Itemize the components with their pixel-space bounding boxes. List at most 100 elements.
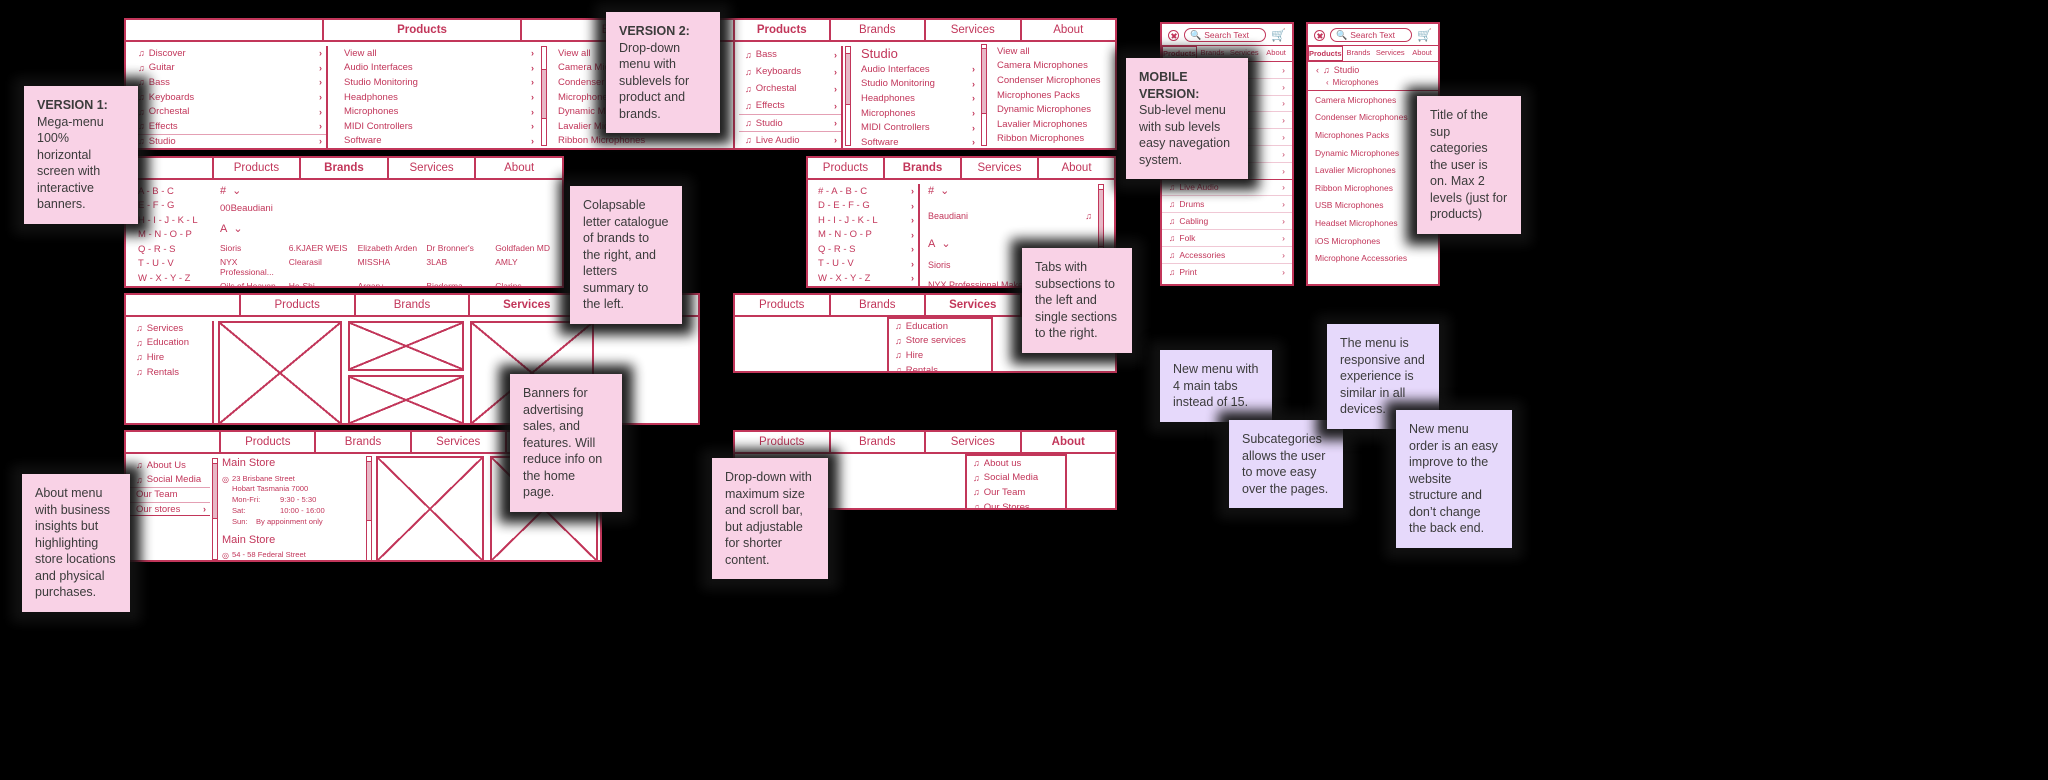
nav-services[interactable]: Services [926,432,1022,452]
nav-services[interactable]: Services [926,20,1022,40]
letter-group[interactable]: M - N - O - P › [812,228,918,243]
nav-brands[interactable]: Brands [885,158,962,178]
close-icon[interactable] [1314,29,1325,41]
menu-item[interactable]: Camera Microphones [991,59,1115,74]
menu-item[interactable]: Studio Monitoring › [338,75,538,90]
brand-group-hash[interactable]: # ⌄ [216,184,560,198]
brand-group-hash[interactable]: # ⌄ [924,184,1096,198]
tab-services[interactable]: Services [1374,46,1406,61]
brand-cell[interactable]: Clearasil [289,257,352,277]
scrollbar-store[interactable] [366,456,372,560]
menu-item[interactable]: Dynamic Microphones [991,102,1115,117]
brand-cell[interactable]: Clarins [495,281,558,286]
mobile-row[interactable]: ♫ Drums › [1162,196,1292,214]
nav-products[interactable]: Products [221,432,317,452]
menu-item[interactable]: Studio Monitoring › [855,77,979,92]
scrollbar-v2-col2[interactable] [981,44,987,146]
brand-cell[interactable]: Goldfaden MD [495,243,558,253]
menu-item[interactable]: Lavalier Microphones [991,117,1115,132]
nav-about[interactable]: About [1022,20,1116,40]
menu-item[interactable]: ♫Effects› [739,97,841,114]
menu-item[interactable]: ♫ Education [889,319,991,334]
menu-item[interactable]: ♫ Store services [889,334,991,349]
brand-cell[interactable]: He-Shi [289,281,352,286]
nav-products[interactable]: Products [241,295,356,315]
mobile-row[interactable]: Microphone Accessories [1308,249,1438,267]
menu-item[interactable]: ♫ Education [130,336,212,351]
letter-group[interactable]: D - E - F - G › [812,199,918,214]
tab-products[interactable]: Products [1308,46,1343,61]
menu-item[interactable]: Audio Interfaces › [338,61,538,76]
brand-cell[interactable]: Oils of Heaven [220,281,283,286]
menu-item[interactable]: Software › [855,135,979,148]
menu-item[interactable]: USB Microphones [991,146,1115,149]
search-input[interactable]: 🔍 Search Text [1184,28,1267,42]
nav-products[interactable]: Products [214,158,302,178]
menu-item[interactable]: ♫ Guitar › [132,61,326,76]
scrollbar-thumb[interactable] [542,69,546,119]
menu-item[interactable]: ♫Social Media [967,471,1065,486]
menu-item[interactable]: ♫ About us [967,456,1065,471]
menu-item[interactable]: Microphones Packs [991,88,1115,103]
scrollbar-v1-col2[interactable] [541,46,547,146]
brand-name[interactable]: 00Beaudiani [216,197,560,222]
brand-cell[interactable]: Argan+ [358,281,421,286]
menu-item[interactable]: MIDI Controllers › [338,119,538,134]
menu-item[interactable]: ♫ Hire [889,348,991,363]
mobile-breadcrumb-level1[interactable]: ‹ ♫ Studio [1308,62,1438,77]
nav-brands[interactable]: Brands [831,432,926,452]
menu-item[interactable]: Microphones › [855,106,979,121]
mobile-row[interactable]: ♫ Print › [1162,264,1292,281]
mobile-row[interactable]: ♫ Folk › [1162,230,1292,247]
letter-group[interactable]: Q - R - S [132,242,214,257]
menu-item[interactable]: Condenser Microphones [991,73,1115,88]
nav-about[interactable]: About [476,158,562,178]
menu-item[interactable]: Our Team [130,487,210,502]
scrollbar-thumb[interactable] [213,463,217,519]
menu-item[interactable]: ♫Studio› [132,133,326,148]
mobile-row[interactable]: ♫ Accessories › [1162,247,1292,264]
letter-group[interactable]: W - X - Y - Z › [812,271,918,286]
menu-item[interactable]: ♫Bass› [132,75,326,90]
cart-icon[interactable]: 🛒 [1417,29,1432,41]
letter-group[interactable]: T - U - V › [812,257,918,272]
menu-item[interactable]: ♫Orchestal› [132,104,326,119]
nav-brands[interactable]: Brands [831,20,926,40]
nav-products[interactable]: Products [324,20,522,40]
nav-about[interactable]: About [1022,432,1116,452]
mobile-row[interactable]: ♫ Cabling › [1162,213,1292,230]
tab-brands[interactable]: Brands [1343,46,1375,61]
nav-products[interactable]: Products [735,295,831,315]
menu-item[interactable]: ♫Keyboards› [132,90,326,105]
menu-item[interactable]: ♫ Services [130,321,212,336]
nav-services[interactable]: Services [412,432,507,452]
menu-item[interactable]: Headphones › [855,91,979,106]
nav-services[interactable]: Services [389,158,477,178]
menu-item[interactable]: View all › [338,46,538,61]
scrollbar-thumb[interactable] [846,53,850,105]
menu-item[interactable]: ♫ Hire [130,350,212,365]
nav-services[interactable]: Services [962,158,1039,178]
close-icon[interactable] [1168,29,1179,41]
menu-item[interactable]: ♫ Our Stores [967,500,1065,508]
menu-item[interactable]: View all [991,44,1115,59]
scrollbar-thumb[interactable] [367,461,371,521]
brand-cell[interactable]: Sioris [220,243,283,253]
menu-item[interactable]: ♫ Rentals [130,365,212,380]
brand-cell[interactable]: Bioderma [426,281,489,286]
menu-item[interactable]: Ribbon Microphones [991,132,1115,147]
scrollbar-thumb[interactable] [982,48,986,114]
nav-brands[interactable]: Brands [356,295,471,315]
menu-item[interactable]: Software › [338,134,538,148]
cart-icon[interactable]: 🛒 [1271,29,1286,41]
tab-about[interactable]: About [1260,46,1292,61]
menu-item[interactable]: ♫Studio› [739,114,841,131]
menu-item[interactable]: ♫Bass› [739,46,841,63]
menu-item[interactable]: Our stores › [130,501,210,517]
brand-row[interactable]: Beaudiani ♫ [924,197,1096,221]
brand-cell[interactable]: NYX Professional... [220,257,283,277]
letter-group[interactable]: T - U - V [132,257,214,272]
menu-item[interactable]: ♫Orchestal› [739,80,841,97]
letter-group[interactable]: Q - R - S › [812,242,918,257]
brand-cell[interactable]: MISSHA [358,257,421,277]
